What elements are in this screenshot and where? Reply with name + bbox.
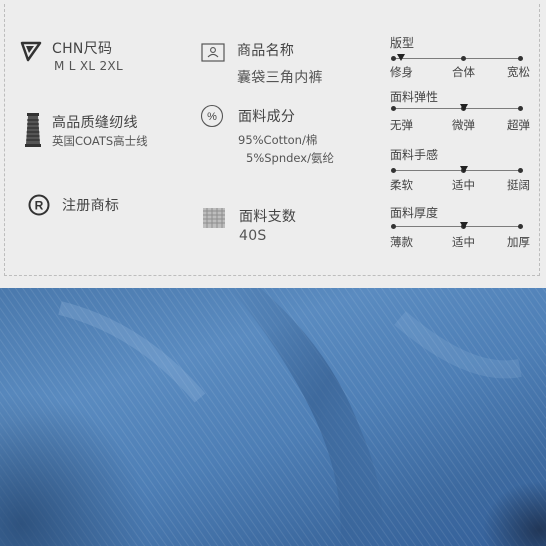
fabric-weave-icon xyxy=(203,208,225,228)
elasticity-scale-dot-left xyxy=(391,106,396,111)
hand-feel-scale-label-left: 柔软 xyxy=(390,178,413,192)
hand-feel-scale-dot-right xyxy=(518,168,523,173)
svg-text:R: R xyxy=(35,199,44,213)
fit-scale-label-right: 宽松 xyxy=(507,65,530,79)
product-spec-panel: CHN尺码 M L XL 2XL 高品质缝纫线 英国COATS高士线 R 注册商… xyxy=(0,0,546,288)
material-title: 面料成分 xyxy=(238,109,296,125)
elasticity-scale-label-left: 无弹 xyxy=(390,118,413,132)
elasticity-scale-track xyxy=(393,108,521,109)
thickness-scale-track xyxy=(393,226,521,227)
fit-scale-dot-mid xyxy=(461,56,466,61)
elasticity-scale-title: 面料弹性 xyxy=(390,90,439,104)
thickness-scale-indicator xyxy=(460,222,468,229)
fit-scale-dot-right xyxy=(518,56,523,61)
fabric-closeup-image xyxy=(0,288,546,546)
thickness-scale-title: 面料厚度 xyxy=(390,206,439,220)
fit-scale-title: 版型 xyxy=(390,36,415,50)
product-name-value: 囊袋三角内裤 xyxy=(237,70,323,86)
size-list: M L XL 2XL xyxy=(54,59,123,73)
size-title: CHN尺码 xyxy=(52,41,113,57)
ruler-triangle-icon xyxy=(20,41,42,62)
yarn-count-title: 面料支数 xyxy=(239,209,297,225)
fit-scale-label-mid: 合体 xyxy=(452,65,475,79)
elasticity-scale-dot-right xyxy=(518,106,523,111)
thread-desc: 英国COATS高士线 xyxy=(52,134,148,148)
material-line2: 5%Spndex/氨纶 xyxy=(246,151,334,165)
fit-scale-dot-left xyxy=(391,56,396,61)
trademark-title: 注册商标 xyxy=(62,198,120,214)
elasticity-scale-label-right: 超弹 xyxy=(507,118,530,132)
fit-scale-track xyxy=(393,58,521,59)
thickness-scale-dot-right xyxy=(518,224,523,229)
elasticity-scale-label-mid: 微弹 xyxy=(452,118,475,132)
product-label-icon xyxy=(201,43,225,62)
fit-scale-indicator xyxy=(397,54,405,61)
hand-feel-scale-track xyxy=(393,170,521,171)
thread-title: 高品质缝纫线 xyxy=(52,115,138,131)
elasticity-scale-indicator xyxy=(460,104,468,111)
thread-spool-icon xyxy=(25,113,41,147)
thickness-scale-label-right: 加厚 xyxy=(507,235,530,249)
hand-feel-scale-dot-left xyxy=(391,168,396,173)
product-name-title: 商品名称 xyxy=(237,43,295,59)
thickness-scale-dot-left xyxy=(391,224,396,229)
fabric-texture xyxy=(0,288,546,546)
percent-icon: % xyxy=(200,104,224,128)
hand-feel-scale-label-mid: 适中 xyxy=(452,178,475,192)
registered-trademark-icon: R xyxy=(28,194,50,216)
fit-scale-label-left: 修身 xyxy=(390,65,413,79)
hand-feel-scale-title: 面料手感 xyxy=(390,148,439,162)
thickness-scale-label-left: 薄款 xyxy=(390,235,413,249)
hand-feel-scale-label-right: 挺阔 xyxy=(507,178,530,192)
svg-text:%: % xyxy=(207,111,217,123)
hand-feel-scale-indicator xyxy=(460,166,468,173)
material-line1: 95%Cotton/棉 xyxy=(238,133,318,147)
yarn-count-value: 40S xyxy=(239,228,267,244)
thickness-scale-label-mid: 适中 xyxy=(452,235,475,249)
